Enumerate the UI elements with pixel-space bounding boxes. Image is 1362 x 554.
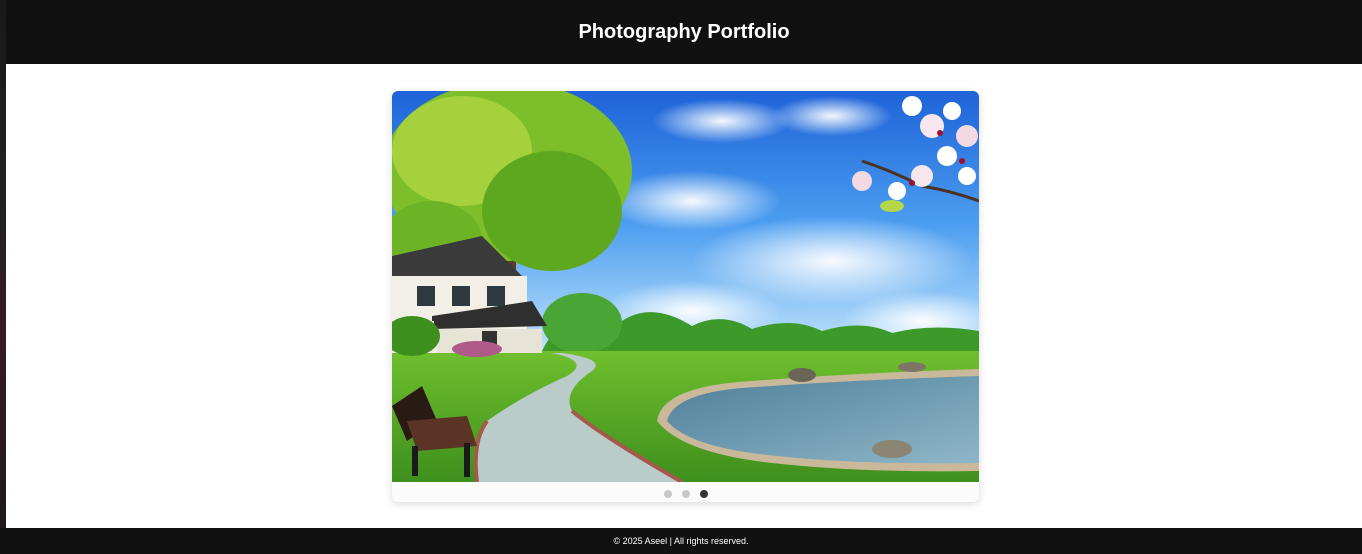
site-header: Photography Portfolio: [6, 0, 1362, 64]
slide-image: [392, 91, 979, 482]
slider-dot-3[interactable]: [699, 490, 708, 498]
page-title: Photography Portfolio: [578, 20, 790, 43]
slider-dot-1[interactable]: [663, 490, 672, 498]
slider-dots: [392, 490, 979, 500]
footer-copyright: © 2025 Aseel | All rights reserved.: [613, 536, 749, 546]
image-slider[interactable]: [392, 91, 979, 502]
main-content: [6, 64, 1362, 528]
slider-dot-2[interactable]: [681, 490, 690, 498]
site-footer: © 2025 Aseel | All rights reserved.: [0, 528, 1362, 554]
